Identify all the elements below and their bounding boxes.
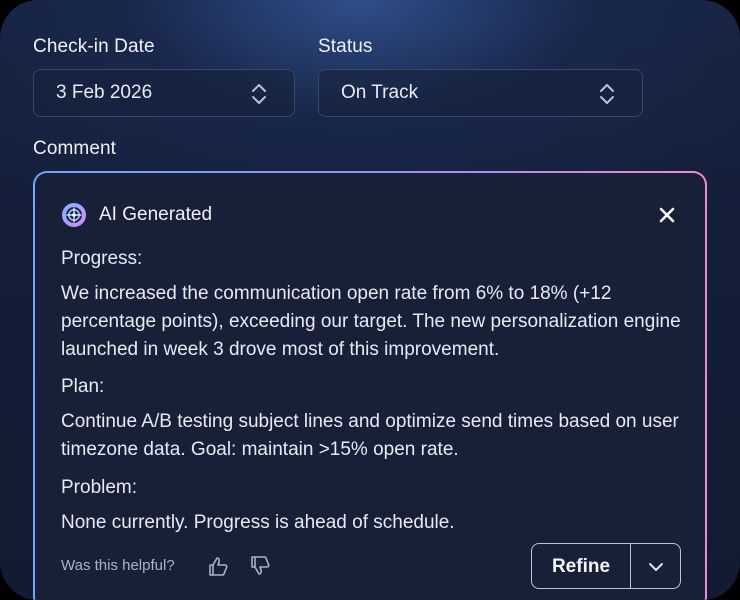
- checkin-date-label: Check-in Date: [33, 36, 155, 57]
- plan-text: Continue A/B testing subject lines and o…: [61, 411, 679, 460]
- checkin-date-select[interactable]: 3 Feb 2026: [33, 69, 295, 117]
- refine-button[interactable]: Refine: [532, 544, 630, 588]
- chevron-up-down-icon: [252, 84, 266, 104]
- ai-comment-box[interactable]: AI Generated Progress: We increased the …: [33, 171, 707, 600]
- status-select[interactable]: On Track: [318, 69, 643, 117]
- progress-text: We increased the communication open rate…: [61, 283, 681, 360]
- progress-heading: Progress:: [61, 248, 143, 269]
- checkin-date-value: 3 Feb 2026: [56, 82, 153, 103]
- thumbs-up-icon[interactable]: [207, 555, 229, 577]
- chevron-up-down-icon: [600, 84, 614, 104]
- checkin-card: Check-in Date Status 3 Feb 2026 On Track…: [0, 0, 740, 600]
- close-icon[interactable]: [659, 207, 675, 223]
- comment-label: Comment: [33, 138, 117, 159]
- refine-button-group: Refine: [531, 543, 681, 589]
- problem-heading: Problem:: [61, 477, 138, 498]
- thumbs-down-icon[interactable]: [249, 555, 271, 577]
- status-label: Status: [318, 36, 373, 57]
- problem-text: None currently. Progress is ahead of sch…: [61, 512, 455, 533]
- plan-heading: Plan:: [61, 376, 105, 397]
- ai-comment-content: AI Generated Progress: We increased the …: [35, 173, 705, 600]
- ai-sparkle-icon: [62, 203, 86, 227]
- ai-generated-title: AI Generated: [99, 204, 213, 225]
- status-value: On Track: [341, 82, 419, 103]
- chevron-down-icon[interactable]: [631, 544, 681, 589]
- helpful-prompt: Was this helpful?: [61, 557, 175, 574]
